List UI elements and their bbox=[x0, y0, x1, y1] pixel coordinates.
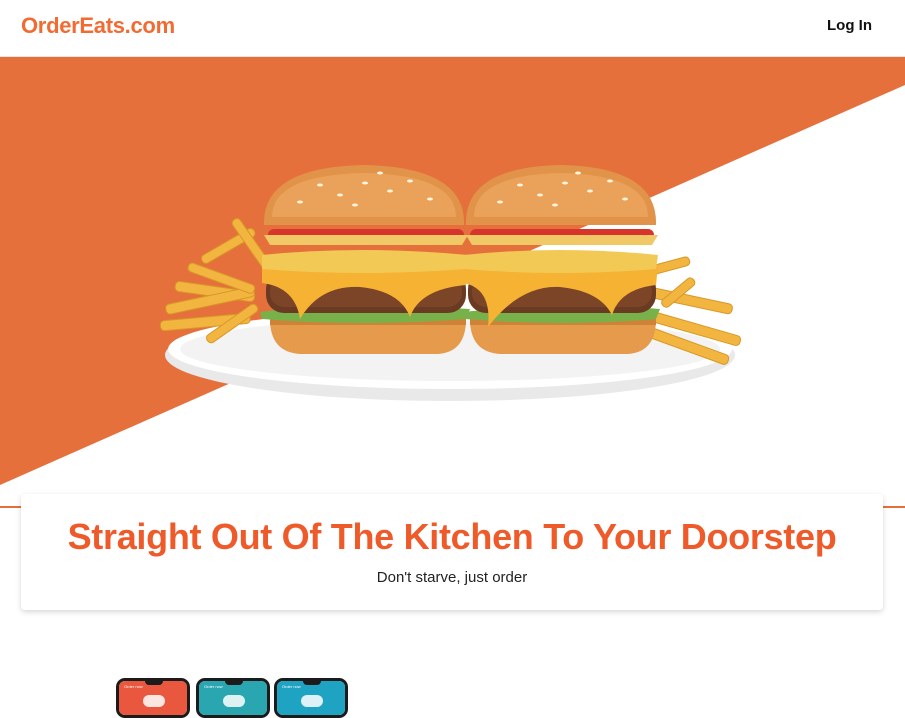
phone-label: Order now bbox=[124, 684, 143, 689]
app-preview-phones: Order now Order now Order now bbox=[116, 640, 356, 718]
phone-mockup: Order now bbox=[274, 678, 348, 718]
phone-content bbox=[301, 695, 323, 707]
login-link[interactable]: Log In bbox=[827, 17, 872, 34]
hero-banner bbox=[0, 57, 905, 507]
phone-notch bbox=[145, 681, 163, 685]
top-navbar: OrderEats.com Log In bbox=[0, 0, 905, 57]
phone-mockup: Order now bbox=[196, 678, 270, 718]
phone-label: Order now bbox=[282, 684, 301, 689]
page-subheadline: Don't starve, just order bbox=[376, 569, 528, 586]
burger-right bbox=[462, 165, 660, 354]
hero-illustration bbox=[0, 57, 905, 485]
phone-content bbox=[223, 695, 245, 707]
phone-notch bbox=[303, 681, 321, 685]
burger-left bbox=[260, 165, 470, 354]
tagline-card: Straight Out Of The Kitchen To Your Door… bbox=[21, 494, 883, 610]
phone-mockup: Order now bbox=[116, 678, 190, 718]
phone-content bbox=[143, 695, 165, 707]
phone-label: Order now bbox=[204, 684, 223, 689]
brand-logo-link[interactable]: OrderEats.com bbox=[21, 13, 175, 39]
page-headline: Straight Out Of The Kitchen To Your Door… bbox=[67, 516, 837, 557]
phone-notch bbox=[225, 681, 243, 685]
